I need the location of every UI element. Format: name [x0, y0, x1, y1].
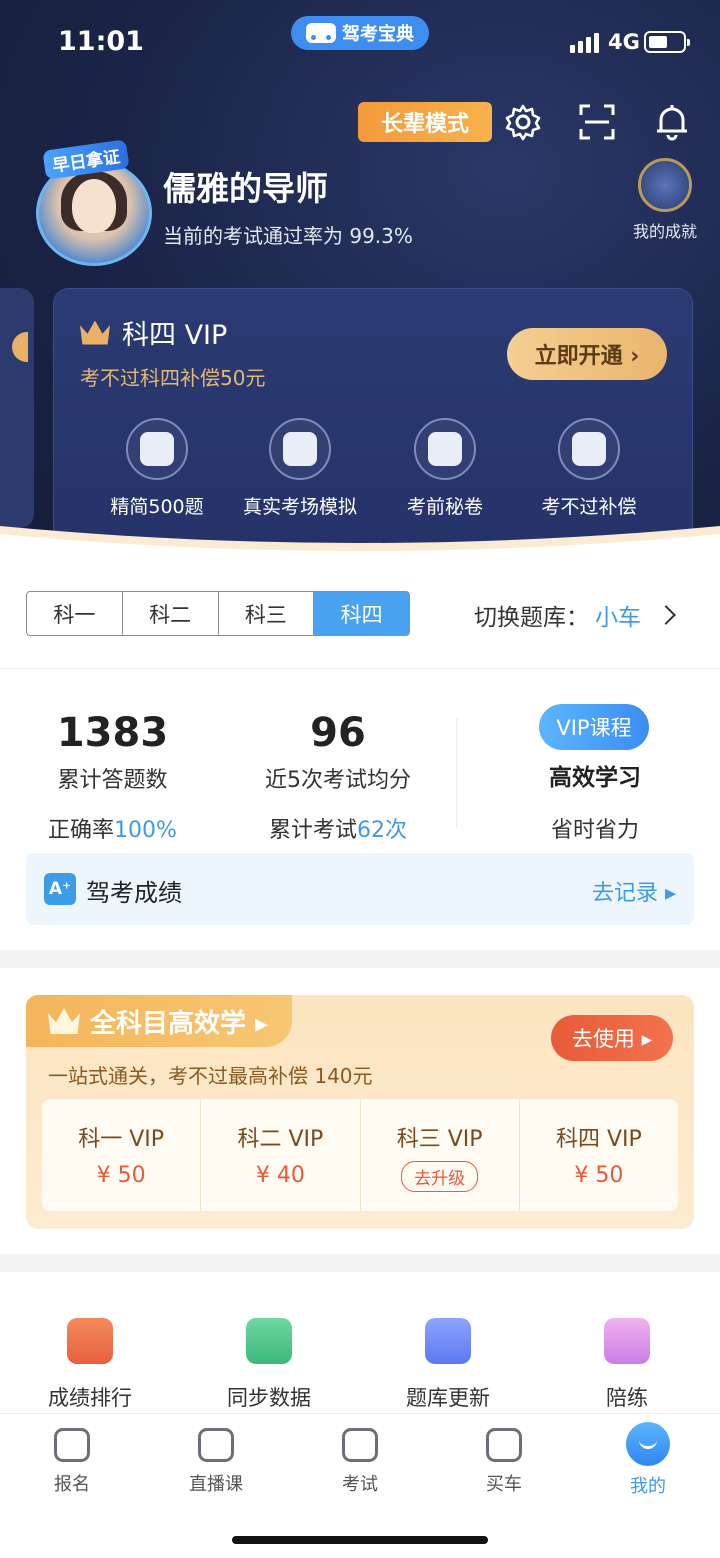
smile-profile-icon — [626, 1422, 670, 1466]
app-brand-pill[interactable]: 驾考宝典 — [291, 16, 429, 50]
promo-subtitle: 一站式通关，考不过最高补偿 140元 — [48, 1064, 373, 1088]
stat-answered[interactable]: 1383 累计答题数 正确率100% — [30, 710, 195, 844]
perk-compensation[interactable]: 考不过补偿 — [514, 418, 664, 519]
document-icon — [126, 418, 188, 480]
my-achievements[interactable]: 我的成就 — [622, 158, 708, 242]
tab-live-class[interactable]: 直播课 — [171, 1428, 261, 1496]
network-type: 4G — [608, 30, 640, 54]
tool-bank-update[interactable]: 题库更新 — [378, 1318, 518, 1412]
register-icon — [54, 1428, 90, 1462]
go-record-link[interactable]: 去记录 ▸ — [592, 875, 676, 907]
previous-vip-card[interactable] — [0, 288, 34, 528]
home-indicator — [232, 1536, 488, 1544]
switch-question-bank[interactable]: 切换题库： 小车 — [474, 598, 676, 632]
trophy-top-icon — [67, 1318, 113, 1364]
open-vip-button[interactable]: 立即开通 › — [507, 328, 667, 380]
ticket-yen-icon — [558, 418, 620, 480]
subject-vip-prices: 科一 VIP ¥ 50 科二 VIP ¥ 40 科三 VIP 去升级 科四 VI… — [42, 1099, 678, 1211]
crown-icon — [48, 1008, 80, 1034]
pass-rate-text: 当前的考试通过率为 99.3% — [163, 224, 413, 248]
tab-subject-4[interactable]: 科四 — [314, 592, 409, 635]
perk-exam-simulation[interactable]: 真实考场模拟 — [225, 418, 375, 519]
status-time: 11:01 — [58, 26, 144, 57]
subject-tabs: 科一 科二 科三 科四 — [26, 591, 410, 636]
upgrade-button[interactable]: 去升级 — [401, 1161, 479, 1192]
achievement-label: 我的成就 — [632, 222, 697, 241]
coach-icon — [604, 1318, 650, 1364]
tool-practice-coach[interactable]: 陪练 — [557, 1318, 697, 1412]
sync-icon — [246, 1318, 292, 1364]
efficient-study[interactable]: 高效学习 省时省力 — [520, 758, 670, 844]
tab-mine[interactable]: 我的 — [603, 1422, 693, 1498]
refresh-icon — [425, 1318, 471, 1364]
question-bank-value: 小车 — [595, 605, 641, 631]
tool-sync-data[interactable]: 同步数据 — [199, 1318, 339, 1412]
chevron-right-icon — [656, 605, 676, 625]
exam-check-icon — [342, 1428, 378, 1462]
car-icon — [486, 1428, 522, 1462]
tool-score-ranking[interactable]: 成绩排行 — [20, 1318, 160, 1412]
scan-icon[interactable] — [577, 102, 617, 142]
tab-subject-1[interactable]: 科一 — [27, 592, 123, 635]
app-brand-label: 驾考宝典 — [342, 24, 414, 45]
stat-average-score[interactable]: 96 近5次考试均分 累计考试62次 — [248, 710, 428, 844]
tab-subject-2[interactable]: 科二 — [123, 592, 219, 635]
vip-subject-3[interactable]: 科三 VIP 去升级 — [361, 1099, 520, 1211]
notification-bell-icon[interactable] — [652, 102, 692, 142]
grade-a-plus-icon: A⁺ — [44, 873, 76, 905]
battery-icon — [644, 31, 690, 53]
signal-icon — [570, 33, 599, 53]
profile-page: 11:01 4G 驾考宝典 长辈模式 早日拿证 儒雅的导师 当前的考试通过率为 … — [0, 0, 720, 1558]
perk-secret-paper[interactable]: 考前秘卷 — [370, 418, 520, 519]
all-subjects-title[interactable]: 全科目高效学 ▸ — [26, 995, 292, 1047]
live-tv-icon — [198, 1428, 234, 1462]
car-logo-icon — [306, 23, 336, 43]
driving-score-record[interactable]: A⁺ 驾考成绩 去记录 ▸ — [26, 853, 694, 925]
perk-500-questions[interactable]: 精简500题 — [82, 418, 232, 519]
use-button[interactable]: 去使用 ▸ — [551, 1015, 673, 1061]
username[interactable]: 儒雅的导师 — [163, 162, 328, 210]
achievement-medal-icon — [638, 158, 692, 212]
vip-course-badge[interactable]: VIP课程 — [539, 704, 649, 750]
tab-register[interactable]: 报名 — [27, 1428, 117, 1496]
settings-gear-icon[interactable] — [503, 102, 543, 142]
secret-paper-icon — [414, 418, 476, 480]
record-title: 驾考成绩 — [86, 879, 182, 907]
vip-subject-4[interactable]: 科四 VIP ¥ 50 — [520, 1099, 678, 1211]
monitor-icon — [269, 418, 331, 480]
vip-card-subtitle: 考不过科四补偿50元 — [80, 366, 266, 390]
vip-subject-2[interactable]: 科二 VIP ¥ 40 — [201, 1099, 361, 1211]
tab-exam[interactable]: 考试 — [315, 1428, 405, 1496]
crown-icon — [80, 320, 110, 345]
vip-card-title: 科四 VIP — [80, 313, 227, 352]
vip-subject-1[interactable]: 科一 VIP ¥ 50 — [42, 1099, 202, 1211]
tab-buy-car[interactable]: 买车 — [459, 1428, 549, 1496]
tab-subject-3[interactable]: 科三 — [219, 592, 315, 635]
elder-mode-button[interactable]: 长辈模式 — [358, 102, 492, 142]
